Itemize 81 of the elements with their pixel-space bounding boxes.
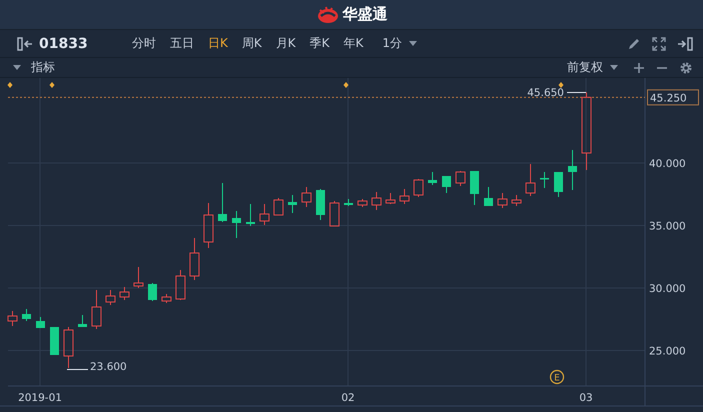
candle xyxy=(526,164,536,196)
marker-icon xyxy=(344,82,348,88)
candle xyxy=(78,314,87,328)
fullscreen-icon[interactable] xyxy=(652,36,666,50)
candle xyxy=(344,198,353,206)
candle xyxy=(260,204,270,226)
candle xyxy=(302,186,312,208)
current-price-tag: 45.250 xyxy=(647,89,699,106)
low-price-label: 23.600 xyxy=(90,361,127,373)
marker-icon xyxy=(558,82,564,88)
price-axis-label: 35.000 xyxy=(649,220,686,232)
marker-icon xyxy=(8,82,12,88)
adjustment-dropdown[interactable]: 前复权 xyxy=(567,59,618,76)
interval-dropdown[interactable]: 1分 xyxy=(382,35,418,52)
stock-code: 01833 xyxy=(39,36,89,52)
logo-icon xyxy=(316,6,340,24)
candle xyxy=(92,290,102,330)
candle xyxy=(554,172,563,198)
logo-text: 华盛通 xyxy=(342,5,388,24)
candle xyxy=(120,286,130,300)
candle xyxy=(372,192,382,210)
caret-icon xyxy=(610,65,618,70)
period-tab[interactable]: 分时 xyxy=(129,35,159,52)
indicator-label[interactable]: 指标 xyxy=(31,59,55,76)
candle xyxy=(386,192,396,204)
date-axis-label: 03 xyxy=(579,392,593,404)
exit-icon[interactable] xyxy=(677,36,693,50)
period-tab[interactable]: 五日 xyxy=(167,35,197,52)
candle xyxy=(36,316,45,328)
period-tab[interactable]: 年K xyxy=(340,35,366,52)
candle xyxy=(498,192,508,208)
candle xyxy=(162,294,172,304)
leader-line xyxy=(66,369,88,370)
candle xyxy=(428,172,437,186)
marker-icon xyxy=(50,82,54,88)
ref-line-label: 45.250 xyxy=(650,92,687,104)
settings-icon[interactable] xyxy=(679,60,693,74)
pencil-icon[interactable] xyxy=(627,36,641,50)
candle xyxy=(512,194,522,206)
caret-icon[interactable] xyxy=(13,65,21,70)
high-price-label: 45.650 xyxy=(527,87,564,99)
caret-icon xyxy=(409,41,418,46)
plus-icon[interactable] xyxy=(633,62,645,74)
candle xyxy=(400,188,410,204)
candle xyxy=(204,202,214,248)
period-tab[interactable]: 月K xyxy=(272,35,299,52)
candle xyxy=(442,176,451,194)
candle xyxy=(484,186,493,206)
candle xyxy=(316,188,325,220)
leader-line xyxy=(566,92,586,93)
price-axis-label: 25.000 xyxy=(649,346,686,358)
candle xyxy=(568,150,577,190)
candle xyxy=(330,200,340,226)
period-tab[interactable]: 季K xyxy=(306,35,332,52)
candle xyxy=(414,178,424,198)
candle xyxy=(540,172,549,188)
candle xyxy=(246,204,255,226)
date-axis-label: 2019-01 xyxy=(18,392,62,404)
candle xyxy=(106,290,116,306)
candle xyxy=(64,326,74,368)
period-tab[interactable]: 日K xyxy=(205,35,231,52)
candle xyxy=(8,310,18,326)
price-axis-label: 40.000 xyxy=(649,158,686,170)
candle xyxy=(456,170,466,186)
candle xyxy=(274,198,284,216)
candle xyxy=(358,198,368,208)
event-marker[interactable]: E xyxy=(550,370,564,384)
period-tab[interactable]: 周K xyxy=(238,35,265,52)
candle xyxy=(232,210,241,238)
candle xyxy=(218,182,227,222)
date-axis-label: 02 xyxy=(341,392,355,404)
candle xyxy=(134,266,144,288)
candle xyxy=(470,170,479,206)
candle xyxy=(176,270,186,300)
candle xyxy=(50,326,59,356)
candle xyxy=(22,308,31,322)
price-axis-label: 30.000 xyxy=(649,283,686,295)
candle xyxy=(288,194,297,214)
candle xyxy=(148,282,157,302)
collapse-panel-icon[interactable] xyxy=(17,36,33,50)
candle xyxy=(190,238,200,280)
